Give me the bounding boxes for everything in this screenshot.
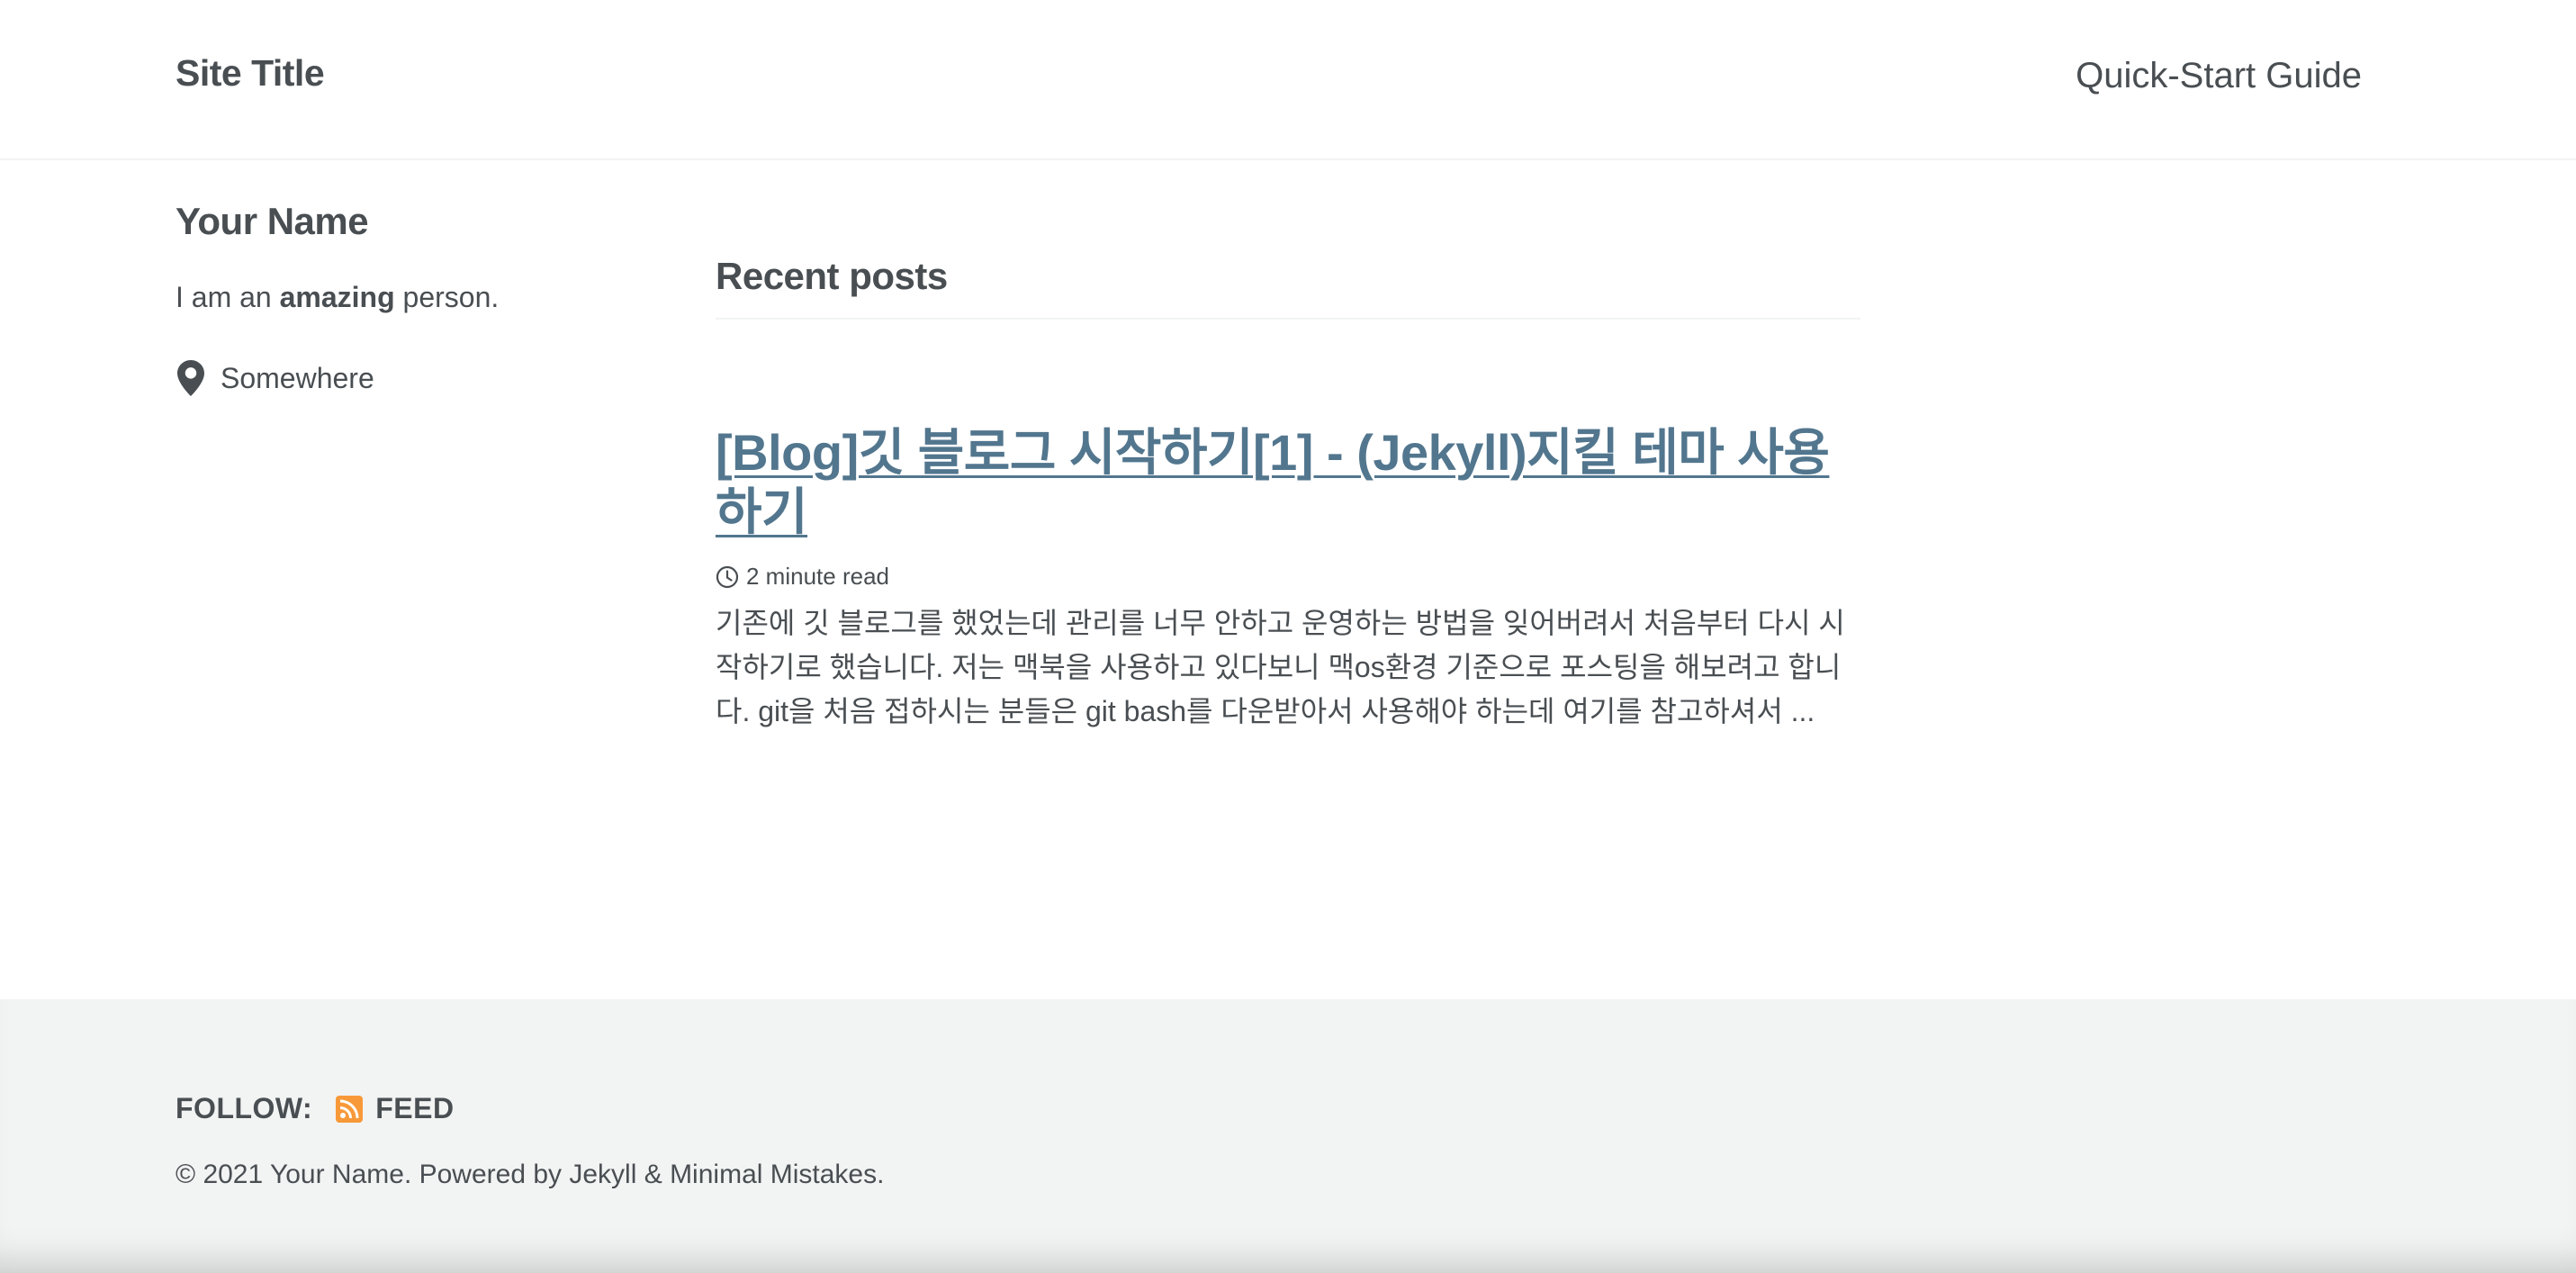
author-bio-emphasis: amazing <box>279 281 395 313</box>
feed-link[interactable]: FEED <box>336 1092 454 1125</box>
read-time: 2 minute read <box>746 563 889 590</box>
recent-posts-heading: Recent posts <box>716 255 1860 320</box>
page-footer: FOLLOW: FEED © 2021 Your Name. Powered b… <box>0 999 2576 1273</box>
site-title-link[interactable]: Site Title <box>176 52 325 95</box>
rss-icon <box>336 1095 364 1123</box>
post-meta: 2 minute read <box>716 563 889 591</box>
feed-label: FEED <box>375 1092 455 1124</box>
clock-icon <box>716 565 739 589</box>
author-bio-suffix: person. <box>394 281 500 313</box>
author-location: Somewhere <box>176 360 374 396</box>
map-marker-icon <box>176 360 206 396</box>
post-title-link[interactable]: [Blog]깃 블로그 시작하기[1] - (Jekyll)지킬 테마 사용하기 <box>716 423 1860 542</box>
author-bio: I am an amazing person. <box>176 281 499 314</box>
follow-label: FOLLOW: <box>176 1092 313 1124</box>
nav-link-quick-start-guide[interactable]: Quick-Start Guide <box>2076 56 2362 96</box>
masthead: Site Title Quick-Start Guide <box>0 0 2576 160</box>
footer-follow: FOLLOW: FEED <box>176 1092 455 1125</box>
post-excerpt: 기존에 깃 블로그를 했었는데 관리를 너무 안하고 운영하는 방법을 잊어버려… <box>716 607 1845 727</box>
author-name: Your Name <box>176 200 369 242</box>
author-location-text: Somewhere <box>221 361 374 394</box>
author-bio-prefix: I am an <box>176 281 280 313</box>
copyright-text: © 2021 Your Name. Powered by Jekyll & Mi… <box>176 1160 885 1189</box>
